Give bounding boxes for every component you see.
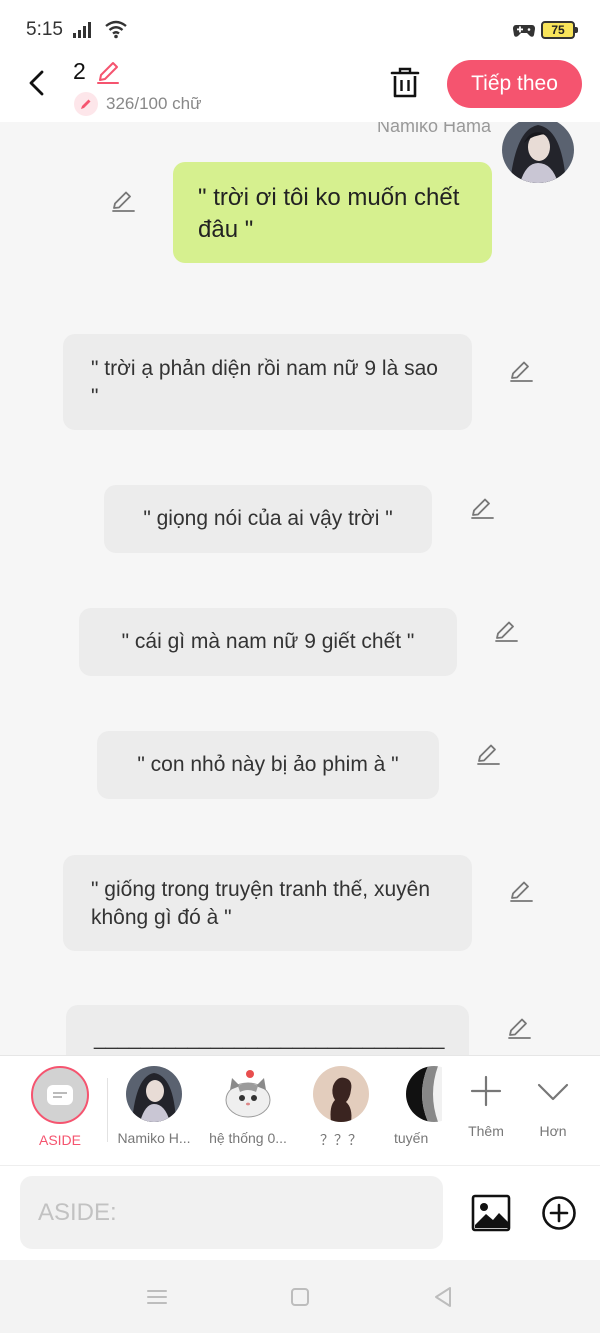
edit-pencil-icon[interactable] [508, 878, 534, 904]
character-label: hệ thống 0... [209, 1130, 287, 1146]
system-nav-bar [0, 1260, 600, 1333]
editor-header: 2 326/100 chữ Tiếp theo [0, 58, 600, 122]
character-selector: ASIDE Namiko H... hệ thống 0... ？？？ tuyế… [0, 1055, 600, 1165]
aside-message-bubble[interactable]: " giống trong truyện tranh thế, xuyên kh… [63, 855, 472, 951]
message-icon [47, 1085, 73, 1105]
edit-pencil-icon[interactable] [475, 741, 501, 767]
character-namiko[interactable]: Namiko H... [104, 1066, 204, 1146]
avatar [406, 1066, 442, 1122]
status-bar: 5:15 75 [0, 0, 600, 58]
page-count: 2 [73, 58, 86, 84]
trash-icon[interactable] [389, 66, 421, 100]
menu-icon[interactable] [145, 1285, 169, 1309]
plus-icon [470, 1075, 502, 1107]
status-time: 5:15 [26, 19, 63, 40]
avatar[interactable] [502, 122, 574, 183]
back-nav-icon[interactable] [431, 1285, 455, 1309]
composer [0, 1165, 600, 1260]
game-controller-icon [513, 25, 535, 37]
edit-pencil-icon[interactable] [95, 59, 121, 85]
add-circle-icon[interactable] [541, 1195, 577, 1231]
wifi-icon [105, 20, 127, 39]
avatar [126, 1066, 182, 1122]
aside-message-bubble[interactable]: " trời ạ phản diện rồi nam nữ 9 là sao " [63, 334, 472, 430]
edit-pencil-icon[interactable] [110, 188, 136, 214]
character-label: ？？？ [320, 1132, 362, 1148]
next-button[interactable]: Tiếp theo [447, 60, 582, 108]
message-input[interactable] [20, 1176, 443, 1249]
chat-area[interactable]: Namiko Hama " trời ơi tôi ko muốn chết đ… [0, 122, 600, 1055]
edit-pencil-icon[interactable] [508, 358, 534, 384]
cat-avatar [220, 1066, 276, 1122]
aside-message-bubble[interactable]: ______________________________ [66, 1005, 469, 1055]
word-count-text: 326/100 chữ [106, 94, 202, 113]
character-unknown[interactable]: ？？？ [291, 1066, 391, 1150]
sender-name: Namiko Hama [376, 122, 491, 136]
word-count: 326/100 chữ [74, 92, 202, 116]
aside-message-bubble[interactable]: " con nhỏ này bị ảo phim à " [97, 731, 439, 799]
aside-avatar [31, 1066, 89, 1124]
edit-pencil-icon[interactable] [469, 495, 495, 521]
character-system[interactable]: hệ thống 0... [198, 1066, 298, 1146]
image-icon[interactable] [471, 1194, 511, 1232]
character-partial[interactable]: tuyến [392, 1066, 442, 1146]
character-label: tuyến [394, 1130, 429, 1146]
character-aside[interactable]: ASIDE [10, 1066, 110, 1148]
expand-button[interactable]: Hơn [523, 1074, 583, 1139]
edit-pencil-icon[interactable] [506, 1015, 532, 1041]
pen-icon [74, 92, 98, 116]
aside-message-bubble[interactable]: " giọng nói của ai vậy trời " [104, 485, 432, 553]
aside-message-bubble[interactable]: " cái gì mà nam nữ 9 giết chết " [79, 608, 457, 676]
signal-icon [73, 22, 91, 38]
user-message-bubble[interactable]: " trời ơi tôi ko muốn chết đâu " [173, 162, 492, 263]
expand-label: Hơn [539, 1123, 567, 1139]
battery-indicator: 75 [541, 21, 578, 39]
edit-pencil-icon[interactable] [493, 618, 519, 644]
character-label: Namiko H... [117, 1130, 191, 1146]
character-label: ASIDE [38, 1132, 81, 1148]
back-arrow-icon[interactable] [24, 68, 50, 98]
more-label: Thêm [468, 1123, 504, 1139]
chevron-down-icon [537, 1083, 569, 1101]
home-icon[interactable] [288, 1285, 312, 1309]
silhouette-avatar [313, 1066, 369, 1122]
more-button[interactable]: Thêm [456, 1074, 516, 1139]
